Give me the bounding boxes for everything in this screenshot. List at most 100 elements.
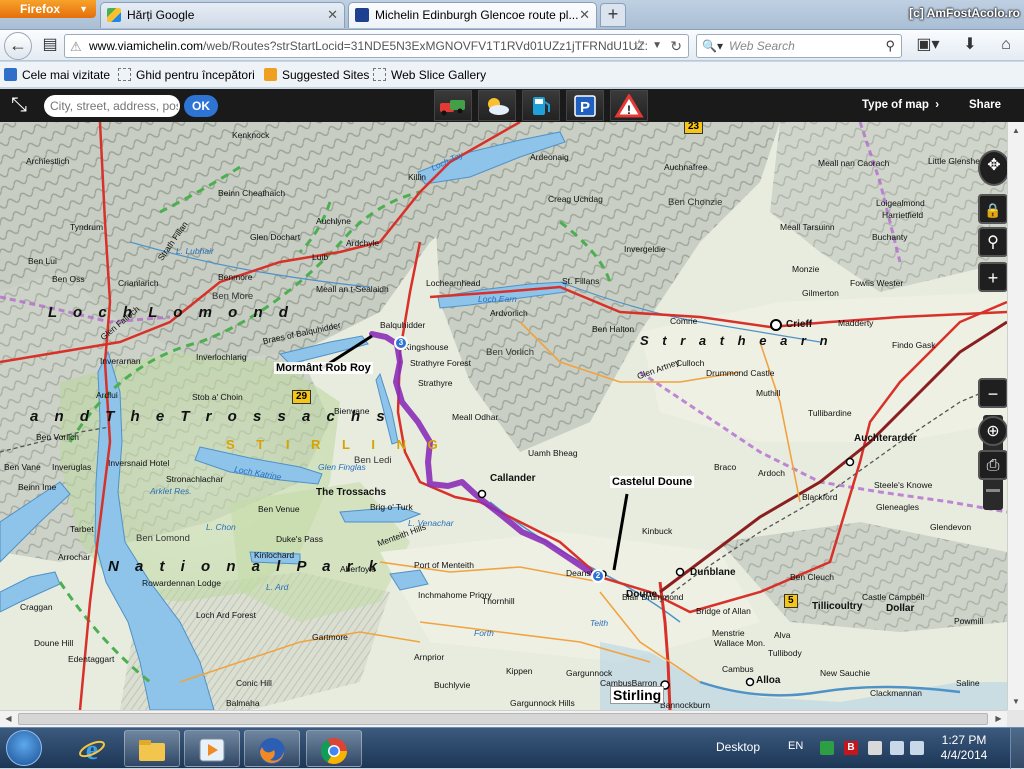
- place-label: Crianlarich: [118, 278, 159, 288]
- place-label: Benmore: [218, 272, 253, 282]
- network-icon[interactable]: [890, 741, 904, 755]
- lock-icon[interactable]: 🔒: [978, 194, 1007, 224]
- volume-icon[interactable]: [910, 741, 924, 755]
- action-center-icon[interactable]: [868, 741, 882, 755]
- fullscreen-icon[interactable]: ⤡: [6, 93, 32, 119]
- search-icon[interactable]: ⚲: [885, 35, 895, 57]
- zoom-out-button[interactable]: −: [978, 378, 1007, 408]
- bookmark-getting-started[interactable]: Ghid pentru începători: [118, 66, 255, 84]
- place-label: Killin: [408, 172, 426, 182]
- scroll-left-icon[interactable]: ◀: [0, 711, 17, 727]
- scroll-right-icon[interactable]: ▶: [990, 711, 1007, 727]
- hazard-icon[interactable]: !: [610, 90, 648, 121]
- traffic-icon[interactable]: [434, 90, 472, 121]
- url-path: /web/Routes?strStartLocid=31NDE5N3ExMGNO…: [203, 39, 648, 53]
- scroll-thumb[interactable]: [18, 713, 988, 725]
- place-label: Kenknock: [232, 130, 270, 140]
- bookmark-web-slice-gallery[interactable]: Web Slice Gallery: [373, 66, 486, 84]
- firefox-taskbar-icon[interactable]: [244, 730, 300, 767]
- bookmark-star-icon[interactable]: ☆: [633, 35, 646, 57]
- vertical-scrollbar[interactable]: ▲ ▼: [1007, 122, 1024, 710]
- place-label: L. Ard: [266, 582, 289, 592]
- road-number-badge: 5: [784, 594, 798, 608]
- search-engine-icon[interactable]: 🔍▾: [702, 35, 723, 57]
- bookmarks-toolbar: Cele mai vizitate Ghid pentru începători…: [0, 62, 1024, 88]
- page-icon: [118, 68, 131, 81]
- share-button[interactable]: Share: [969, 89, 1001, 122]
- place-label: Aberfoyle: [340, 564, 376, 574]
- reload-icon[interactable]: ↻: [670, 35, 682, 57]
- scrollbar-corner: [1007, 710, 1024, 727]
- url-dropdown-icon[interactable]: ▼: [652, 35, 662, 57]
- url-bar[interactable]: ⚠ www.viamichelin.com/web/Routes?strStar…: [64, 34, 689, 58]
- map-canvas[interactable]: L o c h L o m o n d a n d T h e T r o s …: [0, 122, 1007, 710]
- place-label: Inversnaid Hotel: [108, 458, 170, 468]
- app-tray-icon[interactable]: B: [844, 741, 858, 755]
- internet-explorer-icon[interactable]: e: [64, 730, 120, 767]
- media-player-icon[interactable]: [184, 730, 240, 767]
- place-label: Ardoch: [758, 468, 785, 478]
- place-label: Glendevon: [930, 522, 972, 532]
- fuel-icon[interactable]: [522, 90, 560, 121]
- language-indicator[interactable]: EN: [788, 740, 803, 752]
- horizontal-scrollbar[interactable]: ◀ ▶: [0, 710, 1007, 727]
- place-label: Stronachlachar: [166, 474, 224, 484]
- route-marker-end[interactable]: 2: [591, 569, 605, 583]
- tab-close-icon[interactable]: ✕: [327, 3, 338, 27]
- page-menu-icon[interactable]: ▤: [38, 34, 62, 58]
- show-desktop-button[interactable]: [1010, 728, 1024, 769]
- zoom-search-icon[interactable]: ⚲: [978, 227, 1007, 257]
- place-label: Tullibody: [768, 648, 802, 658]
- chrome-icon[interactable]: [306, 730, 362, 767]
- navigation-toolbar: ← ▤ ⚠ www.viamichelin.com/web/Routes?str…: [0, 30, 1024, 61]
- place-label: Port of Menteith: [414, 560, 475, 570]
- place-label: Fowlis Wester: [850, 278, 904, 288]
- print-icon[interactable]: ⎙: [978, 450, 1007, 480]
- start-button[interactable]: [6, 730, 42, 766]
- watermark: [c] AmFostAcolo.ro: [909, 6, 1020, 20]
- svg-text:P: P: [580, 99, 590, 116]
- place-label: Gleneagles: [876, 502, 920, 512]
- zoom-in-button[interactable]: +: [978, 262, 1007, 292]
- back-button[interactable]: ←: [4, 32, 32, 60]
- locate-icon[interactable]: ⊕: [978, 416, 1007, 446]
- tab-google-maps[interactable]: Hărți Google ✕: [100, 2, 345, 28]
- route-marker-start[interactable]: 3: [394, 336, 408, 350]
- place-label: Findo Gask: [892, 340, 936, 350]
- file-explorer-icon[interactable]: [124, 730, 180, 767]
- firefox-menu-button[interactable]: Firefox ▼: [0, 0, 96, 18]
- map-search-input[interactable]: [44, 95, 180, 117]
- type-of-map-button[interactable]: Type of map ›: [862, 89, 939, 122]
- security-tray-icon[interactable]: [820, 741, 834, 755]
- tab-close-icon[interactable]: ✕: [579, 3, 590, 27]
- place-label: Inveruglas: [52, 462, 92, 472]
- chevron-right-icon: ›: [932, 99, 940, 111]
- scroll-up-icon[interactable]: ▲: [1008, 122, 1024, 139]
- web-search-field[interactable]: 🔍▾ Web Search ⚲: [696, 34, 902, 58]
- bookmark-suggested-sites[interactable]: Suggested Sites: [264, 66, 369, 84]
- downloads-icon[interactable]: ⬇: [958, 34, 982, 58]
- new-tab-button[interactable]: +: [600, 3, 626, 27]
- home-icon[interactable]: ⌂: [994, 34, 1018, 58]
- weather-icon[interactable]: [478, 90, 516, 121]
- place-label: L. Chon: [206, 522, 236, 532]
- michelin-favicon-icon: [355, 8, 369, 22]
- place-label: Uamh Bheag: [528, 448, 578, 458]
- system-clock[interactable]: 1:27 PM 4/4/2014: [928, 733, 1000, 763]
- bookmarks-menu-icon[interactable]: ▣▾: [916, 34, 940, 58]
- type-of-map-label: Type of map: [862, 99, 929, 111]
- desktop-toolbar-label[interactable]: Desktop: [716, 740, 760, 754]
- bookmark-most-visited[interactable]: Cele mai vizitate: [4, 66, 110, 84]
- annotation-doune-castle: Castelul Doune: [610, 476, 695, 488]
- bookmark-label: Ghid pentru începători: [136, 68, 255, 82]
- suggested-sites-icon: [264, 68, 277, 81]
- parking-icon[interactable]: P: [566, 90, 604, 121]
- map-search-ok-button[interactable]: OK: [184, 95, 218, 117]
- site-info-icon[interactable]: ⚠: [70, 36, 82, 57]
- tab-bar: Firefox ▼ Hărți Google ✕ Michelin Edinbu…: [0, 0, 1024, 30]
- pan-control-icon[interactable]: ✥: [978, 150, 1007, 186]
- place-label: Doune: [626, 589, 658, 600]
- place-label: Balquhidder: [380, 320, 426, 330]
- tab-michelin-route[interactable]: Michelin Edinburgh Glencoe route pl... ✕: [348, 2, 597, 28]
- scroll-down-icon[interactable]: ▼: [1008, 693, 1024, 710]
